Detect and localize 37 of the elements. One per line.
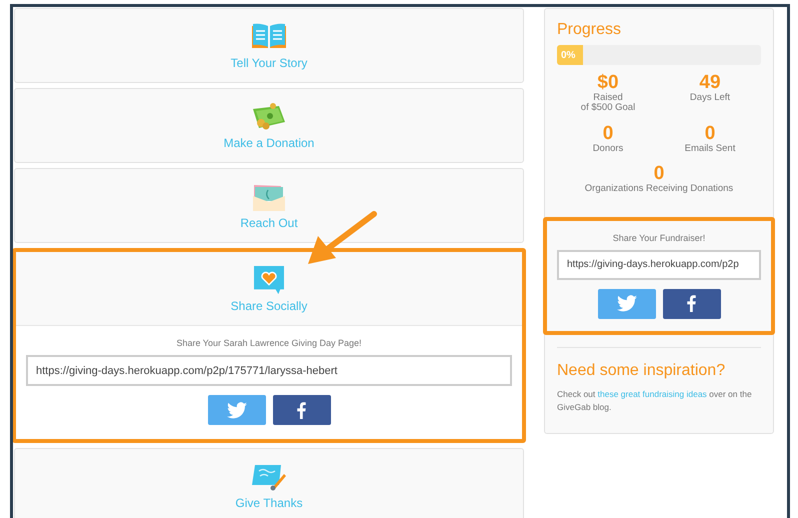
f-icon — [297, 402, 306, 418]
step-card[interactable]: Make a Donation — [14, 88, 524, 163]
stat-value: 0 — [704, 124, 716, 144]
step-card[interactable]: Reach Out — [14, 168, 524, 243]
share-prompt: Share Your Fundraiser! — [612, 232, 706, 243]
stat-value: $0 — [597, 73, 619, 93]
stat-label: Donors — [592, 144, 624, 154]
step-card[interactable]: Give Thanks — [14, 448, 524, 518]
progress-title: Progress — [557, 21, 622, 39]
step-card[interactable]: Share Socially Share Your Sarah Lawrence Giving Day Page! https://giving-days.herokuapp.com/p2p/175771/laryssa-hebert — [13, 248, 526, 443]
progress-percent: 0% — [561, 50, 576, 60]
ideas-link[interactable]: these great fundraising ideas — [598, 388, 707, 399]
stat-value: 49 — [699, 73, 721, 93]
stat-label: Organizations Receiving Donations — [584, 184, 734, 195]
f-icon — [687, 295, 696, 312]
stat-label: Raised of $500 Goal — [580, 92, 636, 114]
url-field[interactable]: https://giving-days.herokuapp.com/p2p/175771/laryssa-hebert — [26, 355, 512, 386]
url-field[interactable]: https://giving-days.herokuapp.com/p2p — [557, 250, 761, 280]
share-prompt: Share Your Sarah Lawrence Giving Day Page! — [176, 338, 362, 348]
step-title[interactable]: Make a Donation — [224, 136, 314, 150]
facebook-button[interactable] — [662, 288, 720, 319]
stat-label: Emails Sent — [684, 144, 736, 154]
step-title[interactable]: Share Socially — [230, 298, 308, 312]
step-title[interactable]: Give Thanks — [235, 496, 303, 510]
money-icon — [251, 102, 287, 132]
inspiration-text: Check out these great fundraising ideas over on the GiveGab blog. — [557, 388, 753, 414]
stat-label: Days Left — [690, 92, 730, 104]
step-title[interactable]: Reach Out — [240, 216, 298, 230]
chat-heart-icon — [251, 264, 287, 294]
stat-value: 0 — [602, 124, 614, 144]
inspiration-heading: Need some inspiration? — [557, 362, 726, 380]
bird-icon — [616, 295, 636, 312]
facebook-button[interactable] — [272, 395, 330, 425]
step-title[interactable]: Tell Your Story — [230, 56, 308, 70]
bird-icon — [226, 402, 246, 418]
stat-value: 0 — [654, 164, 664, 184]
step-card[interactable]: Tell Your Story — [14, 8, 524, 83]
